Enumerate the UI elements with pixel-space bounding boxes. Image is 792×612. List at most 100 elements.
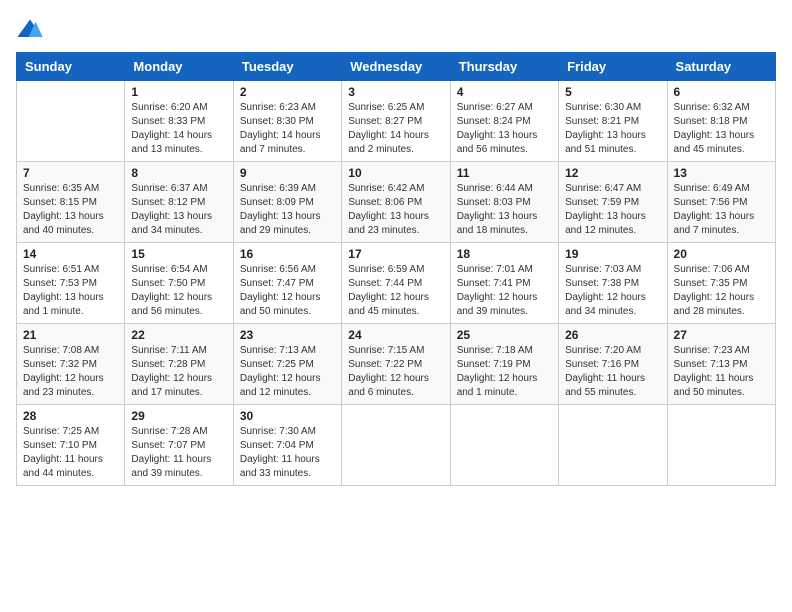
calendar-week-row: 1Sunrise: 6:20 AM Sunset: 8:33 PM Daylig… xyxy=(17,81,776,162)
day-info: Sunrise: 6:42 AM Sunset: 8:06 PM Dayligh… xyxy=(348,182,443,238)
day-of-week-header: Wednesday xyxy=(342,53,450,81)
day-number: 29 xyxy=(131,409,226,423)
day-number: 5 xyxy=(565,85,660,99)
day-info: Sunrise: 7:20 AM Sunset: 7:16 PM Dayligh… xyxy=(565,344,660,400)
day-number: 24 xyxy=(348,328,443,342)
day-info: Sunrise: 7:23 AM Sunset: 7:13 PM Dayligh… xyxy=(674,344,769,400)
day-number: 9 xyxy=(240,166,335,180)
day-number: 16 xyxy=(240,247,335,261)
calendar-cell: 8 Sunrise: 6:37 AM Sunset: 8:12 PM Daylig… xyxy=(125,162,233,243)
day-number: 23 xyxy=(240,328,335,342)
day-number: 10 xyxy=(348,166,443,180)
day-info: Sunrise: 7:11 AM Sunset: 7:28 PM Dayligh… xyxy=(131,344,226,400)
day-number: 19 xyxy=(565,247,660,261)
day-info: Sunrise: 6:51 AM Sunset: 7:53 PM Dayligh… xyxy=(23,263,118,319)
day-info: Sunrise: 6:32 AM Sunset: 8:18 PM Dayligh… xyxy=(674,101,769,157)
day-number: 22 xyxy=(131,328,226,342)
logo-icon xyxy=(16,16,44,44)
day-info: Sunrise: 6:37 AM Sunset: 8:12 PM Dayligh… xyxy=(131,182,226,238)
day-number: 14 xyxy=(23,247,118,261)
day-number: 15 xyxy=(131,247,226,261)
calendar-cell: 17 Sunrise: 6:59 AM Sunset: 7:44 PM Dayli… xyxy=(342,243,450,324)
day-info: Sunrise: 7:18 AM Sunset: 7:19 PM Dayligh… xyxy=(457,344,552,400)
day-info: Sunrise: 6:56 AM Sunset: 7:47 PM Dayligh… xyxy=(240,263,335,319)
calendar-cell: 22 Sunrise: 7:11 AM Sunset: 7:28 PM Dayli… xyxy=(125,324,233,405)
day-of-week-header: Saturday xyxy=(667,53,775,81)
calendar-cell: 29 Sunrise: 7:28 AM Sunset: 7:07 PM Dayli… xyxy=(125,405,233,486)
calendar-cell: 4Sunrise: 6:27 AM Sunset: 8:24 PM Daylig… xyxy=(450,81,558,162)
day-info: Sunrise: 6:47 AM Sunset: 7:59 PM Dayligh… xyxy=(565,182,660,238)
day-number: 4 xyxy=(457,85,552,99)
day-number: 8 xyxy=(131,166,226,180)
calendar: SundayMondayTuesdayWednesdayThursdayFrid… xyxy=(16,52,776,486)
day-number: 27 xyxy=(674,328,769,342)
calendar-cell: 26 Sunrise: 7:20 AM Sunset: 7:16 PM Dayli… xyxy=(559,324,667,405)
calendar-cell: 27 Sunrise: 7:23 AM Sunset: 7:13 PM Dayli… xyxy=(667,324,775,405)
calendar-cell xyxy=(17,81,125,162)
day-info: Sunrise: 7:30 AM Sunset: 7:04 PM Dayligh… xyxy=(240,425,335,481)
day-info: Sunrise: 6:59 AM Sunset: 7:44 PM Dayligh… xyxy=(348,263,443,319)
day-number: 26 xyxy=(565,328,660,342)
day-info: Sunrise: 6:54 AM Sunset: 7:50 PM Dayligh… xyxy=(131,263,226,319)
day-number: 2 xyxy=(240,85,335,99)
day-number: 21 xyxy=(23,328,118,342)
calendar-cell xyxy=(450,405,558,486)
calendar-cell: 13 Sunrise: 6:49 AM Sunset: 7:56 PM Dayli… xyxy=(667,162,775,243)
calendar-cell: 16 Sunrise: 6:56 AM Sunset: 7:47 PM Dayli… xyxy=(233,243,341,324)
calendar-cell: 24Sunrise: 7:15 AM Sunset: 7:22 PM Dayli… xyxy=(342,324,450,405)
day-info: Sunrise: 6:23 AM Sunset: 8:30 PM Dayligh… xyxy=(240,101,335,157)
calendar-cell: 23 Sunrise: 7:13 AM Sunset: 7:25 PM Dayli… xyxy=(233,324,341,405)
calendar-cell xyxy=(342,405,450,486)
day-number: 18 xyxy=(457,247,552,261)
day-info: Sunrise: 7:03 AM Sunset: 7:38 PM Dayligh… xyxy=(565,263,660,319)
calendar-week-row: 14 Sunrise: 6:51 AM Sunset: 7:53 PM Dayli… xyxy=(17,243,776,324)
day-number: 17 xyxy=(348,247,443,261)
day-of-week-header: Monday xyxy=(125,53,233,81)
day-info: Sunrise: 6:44 AM Sunset: 8:03 PM Dayligh… xyxy=(457,182,552,238)
calendar-cell: 30Sunrise: 7:30 AM Sunset: 7:04 PM Dayli… xyxy=(233,405,341,486)
calendar-cell: 6Sunrise: 6:32 AM Sunset: 8:18 PM Daylig… xyxy=(667,81,775,162)
calendar-cell: 21 Sunrise: 7:08 AM Sunset: 7:32 PM Dayli… xyxy=(17,324,125,405)
calendar-cell: 3 Sunrise: 6:25 AM Sunset: 8:27 PM Daylig… xyxy=(342,81,450,162)
day-info: Sunrise: 6:35 AM Sunset: 8:15 PM Dayligh… xyxy=(23,182,118,238)
day-number: 1 xyxy=(131,85,226,99)
day-info: Sunrise: 7:25 AM Sunset: 7:10 PM Dayligh… xyxy=(23,425,118,481)
day-info: Sunrise: 6:30 AM Sunset: 8:21 PM Dayligh… xyxy=(565,101,660,157)
day-number: 20 xyxy=(674,247,769,261)
calendar-cell: 15 Sunrise: 6:54 AM Sunset: 7:50 PM Dayli… xyxy=(125,243,233,324)
day-of-week-header: Friday xyxy=(559,53,667,81)
calendar-cell: 12 Sunrise: 6:47 AM Sunset: 7:59 PM Dayli… xyxy=(559,162,667,243)
calendar-cell xyxy=(559,405,667,486)
calendar-cell: 14 Sunrise: 6:51 AM Sunset: 7:53 PM Dayli… xyxy=(17,243,125,324)
day-info: Sunrise: 7:08 AM Sunset: 7:32 PM Dayligh… xyxy=(23,344,118,400)
calendar-week-row: 7 Sunrise: 6:35 AM Sunset: 8:15 PM Daylig… xyxy=(17,162,776,243)
calendar-cell: 20Sunrise: 7:06 AM Sunset: 7:35 PM Dayli… xyxy=(667,243,775,324)
day-of-week-header: Tuesday xyxy=(233,53,341,81)
calendar-cell: 18 Sunrise: 7:01 AM Sunset: 7:41 PM Dayli… xyxy=(450,243,558,324)
calendar-cell xyxy=(667,405,775,486)
calendar-cell: 19 Sunrise: 7:03 AM Sunset: 7:38 PM Dayli… xyxy=(559,243,667,324)
day-info: Sunrise: 7:01 AM Sunset: 7:41 PM Dayligh… xyxy=(457,263,552,319)
header xyxy=(16,16,776,44)
calendar-header-row: SundayMondayTuesdayWednesdayThursdayFrid… xyxy=(17,53,776,81)
logo xyxy=(16,16,44,44)
day-of-week-header: Sunday xyxy=(17,53,125,81)
calendar-cell: 9Sunrise: 6:39 AM Sunset: 8:09 PM Daylig… xyxy=(233,162,341,243)
calendar-cell: 11Sunrise: 6:44 AM Sunset: 8:03 PM Dayli… xyxy=(450,162,558,243)
calendar-cell: 2 Sunrise: 6:23 AM Sunset: 8:30 PM Daylig… xyxy=(233,81,341,162)
calendar-cell: 28 Sunrise: 7:25 AM Sunset: 7:10 PM Dayli… xyxy=(17,405,125,486)
day-info: Sunrise: 7:13 AM Sunset: 7:25 PM Dayligh… xyxy=(240,344,335,400)
day-info: Sunrise: 7:28 AM Sunset: 7:07 PM Dayligh… xyxy=(131,425,226,481)
day-number: 12 xyxy=(565,166,660,180)
day-number: 28 xyxy=(23,409,118,423)
day-number: 25 xyxy=(457,328,552,342)
calendar-cell: 1Sunrise: 6:20 AM Sunset: 8:33 PM Daylig… xyxy=(125,81,233,162)
day-number: 7 xyxy=(23,166,118,180)
calendar-cell: 10 Sunrise: 6:42 AM Sunset: 8:06 PM Dayli… xyxy=(342,162,450,243)
day-of-week-header: Thursday xyxy=(450,53,558,81)
day-info: Sunrise: 6:25 AM Sunset: 8:27 PM Dayligh… xyxy=(348,101,443,157)
day-number: 3 xyxy=(348,85,443,99)
day-number: 13 xyxy=(674,166,769,180)
calendar-week-row: 28 Sunrise: 7:25 AM Sunset: 7:10 PM Dayli… xyxy=(17,405,776,486)
day-info: Sunrise: 6:49 AM Sunset: 7:56 PM Dayligh… xyxy=(674,182,769,238)
